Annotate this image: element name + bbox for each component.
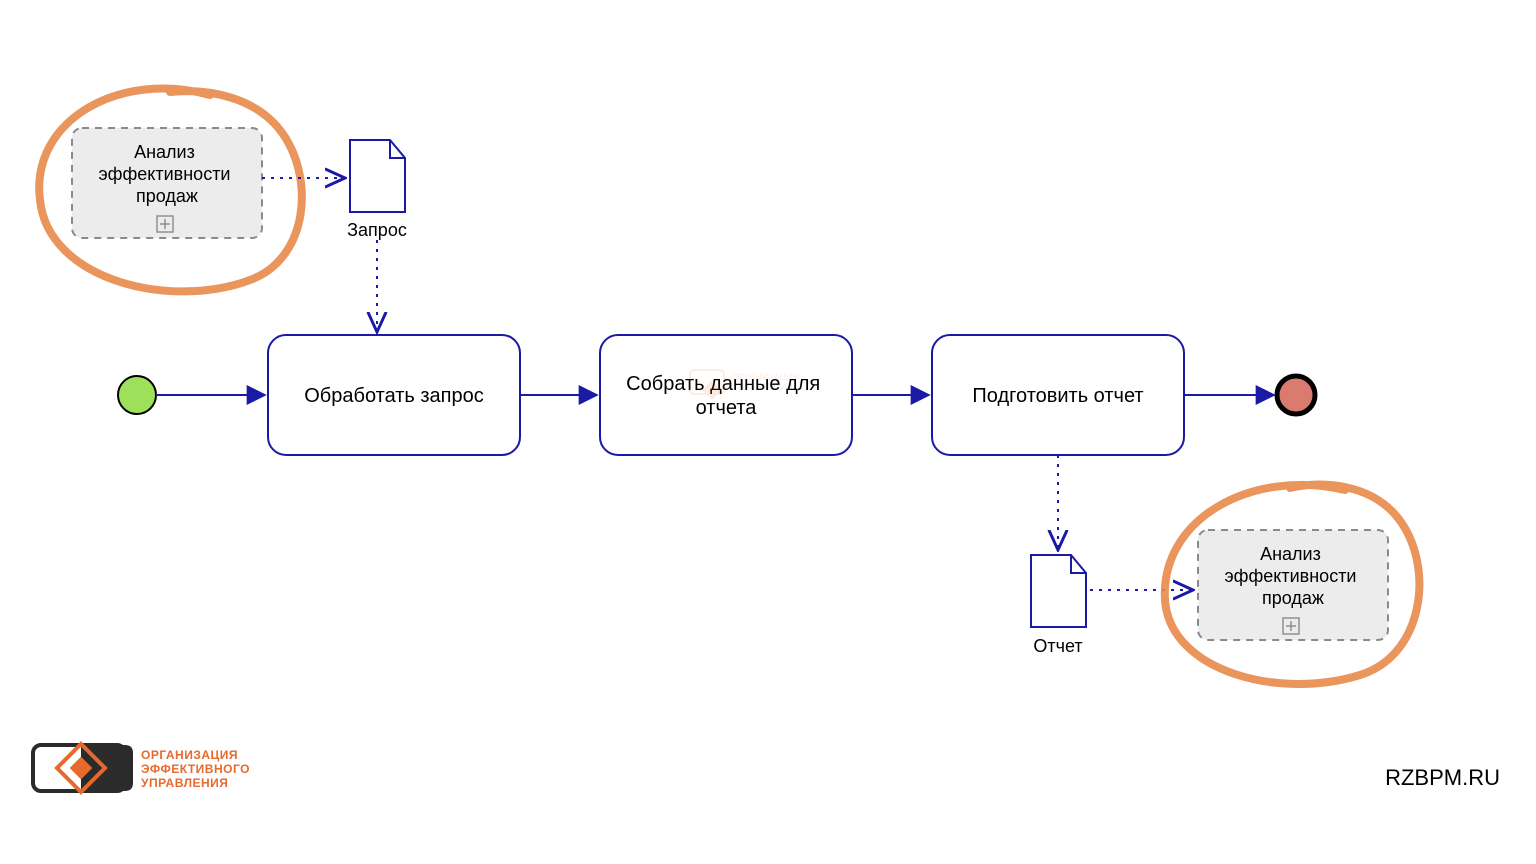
task-label: Подготовить отчет (972, 385, 1143, 407)
svg-text:УПРАВЛЕНИЯ: УПРАВЛЕНИЯ (732, 382, 793, 392)
end-event (1277, 376, 1315, 414)
data-object-label: Запрос (347, 220, 407, 240)
task-collect-data: Собрать данные для отчета (600, 335, 852, 455)
subprocess-analysis-1: Анализ эффективности продаж (72, 128, 262, 238)
site-label: RZBPM.RU (1385, 765, 1500, 790)
task-prepare-report: Подготовить отчет (932, 335, 1184, 455)
bpmn-diagram: Анализ эффективности продаж Запрос Обраб… (0, 0, 1536, 864)
subprocess-analysis-2: Анализ эффективности продаж (1198, 530, 1388, 640)
data-object-request: Запрос (347, 140, 407, 240)
data-object-report: Отчет (1031, 555, 1086, 656)
task-label: Обработать запрос (304, 385, 484, 407)
logo: ОРГАНИЗАЦИЯ ЭФФЕКТИВНОГО УПРАВЛЕНИЯ (33, 744, 254, 792)
svg-text:ОРГАНИЗАЦИЯ: ОРГАНИЗАЦИЯ (732, 372, 799, 382)
data-object-label: Отчет (1033, 636, 1082, 656)
start-event (118, 376, 156, 414)
logo-text: ОРГАНИЗАЦИЯ ЭФФЕКТИВНОГО УПРАВЛЕНИЯ (141, 748, 254, 790)
task-process-request: Обработать запрос (268, 335, 520, 455)
